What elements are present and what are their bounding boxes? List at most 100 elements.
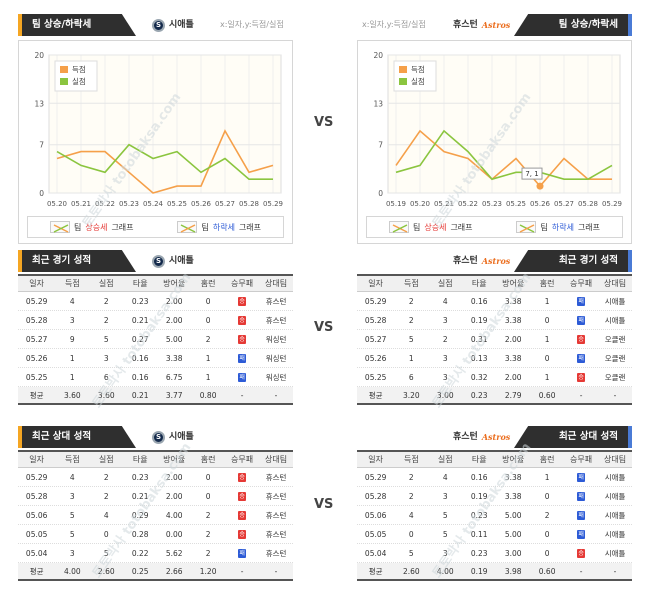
table-cell: 05.26 [364,353,387,363]
table-cell: 0 [544,548,550,558]
table-cell: 시애틀 [604,472,626,482]
table-header-row: 일자 득점 실점 타율 방어율 홈런 승무패 상대팀 [18,274,293,292]
average-cell: - [579,566,583,576]
column-header: 실점 [98,279,114,288]
table-cell: 시애틀 [604,529,626,539]
h2h-tab-away: 최근 상대 성적 [514,426,632,448]
average-cell: - [579,390,583,400]
table-header-row: 일자 득점 실점 타율 방어율 홈런 승무패 상대팀 [357,450,632,468]
column-header: 득점 [64,279,80,288]
column-header: 득점 [403,279,419,288]
table-cell: 휴스턴 [265,529,287,539]
table-cell: 시애틀 [604,296,626,306]
home-h2h-panel: 최근 상대 성적 S 시애틀 일자 득점 실점 타율 방어율 홈런 승무패 상대팀 05.29 4… [18,426,293,581]
table-cell: 오클랜 [604,334,626,344]
table-cell: 1 [544,372,550,382]
table-row: 05.25 6 3 0.32 2.00 1 승 오클랜 [357,368,632,387]
column-header: 실점 [437,279,453,288]
win-badge-icon: 승 [238,473,247,482]
away-team-name: 휴스턴 [453,432,478,442]
home-recent-panel: 최근 경기 성적 S 시애틀 일자 득점 실점 타율 방어율 홈런 승무패 상대팀 05.29 4… [18,250,293,405]
x-tick-label: 05.23 [119,200,139,208]
table-cell: 05.04 [25,548,48,558]
x-tick-label: 05.19 [386,200,406,208]
column-header: 승무패 [231,455,254,464]
table-cell: 3.00 [504,548,522,558]
table-row: 05.04 5 3 0.23 3.00 0 승 시애틀 [357,544,632,563]
lose-badge-icon: 패 [238,373,247,382]
hover-point [536,182,544,190]
average-cell: 2.79 [504,390,522,400]
win-badge-icon: 승 [238,297,247,306]
table-cell: 0.00 [165,529,183,539]
table-cell: 6 [408,372,414,382]
legend-swatch [399,78,407,85]
recent-tab-home: 최근 경기 성적 [18,250,136,272]
table-cell: 2 [408,491,414,501]
average-row: 평균 3.60 3.60 0.21 3.77 0.80- - [18,387,293,405]
home-team-name: 시애틀 [169,256,194,266]
lose-badge-icon: 패 [238,354,247,363]
table-cell: 2 [103,315,109,325]
legend-label: 실점 [72,76,86,86]
table-cell: 05.25 [25,372,48,382]
table-cell: 2 [103,296,109,306]
astros-logo-icon: Astros [481,256,511,266]
lose-badge-icon: 패 [577,297,586,306]
x-tick-label: 05.25 [167,200,187,208]
x-tick-label: 05.27 [215,200,235,208]
column-header: 타율 [132,455,148,464]
table-cell: 0 [205,315,211,325]
table-cell: 워싱턴 [265,353,287,363]
table-cell: 1 [69,353,75,363]
table-cell: 5.00 [165,334,183,344]
lose-badge-icon: 패 [238,549,247,558]
table-cell: 2 [205,510,211,520]
table-cell: 05.29 [364,296,387,306]
trend-tab-away: 팀 상승/하락세 [514,14,632,36]
column-header: 일자 [29,455,45,464]
table-cell: 05.28 [25,491,48,501]
column-header: 상대팀 [264,279,288,288]
average-cell: 3.60 [63,390,81,400]
y-tick-label: 20 [373,51,383,60]
table-cell: 3 [442,315,448,325]
table-row: 05.25 1 6 0.16 6.75 1 패 워싱턴 [18,368,293,387]
table-cell: 2.00 [504,372,522,382]
average-cell: - [240,566,244,576]
table-cell: 3.38 [504,353,522,363]
result-cell: 승 [225,296,259,306]
table-cell: 1 [544,472,550,482]
chart-axis-note-away: x:일자,y:득점/실점 [362,20,426,29]
legend-label: 실점 [411,76,425,86]
table-cell: 4 [69,296,75,306]
home-recent-table: 일자 득점 실점 타율 방어율 홈런 승무패 상대팀 05.29 4 2 0.23 2.00 0 승 휴스턴 0… [18,274,293,405]
x-tick-label: 05.29 [263,200,283,208]
result-cell: 승 [225,510,259,520]
column-header: 상대팀 [603,279,627,288]
result-cell: 패 [564,472,598,482]
table-cell: 6.75 [165,372,183,382]
table-cell: 오클랜 [604,353,626,363]
recent-tab-away: 최근 경기 성적 [514,250,632,272]
average-row: 평균 4.00 2.60 0.25 2.66 1.20- - [18,563,293,581]
column-header: 득점 [64,455,80,464]
home-trend-chart: 0 7 13 20 05.20 05.21 05.22 05.23 05.24 05.25 05.2… [18,40,293,244]
away-h2h-table: 일자 득점 실점 타율 방어율 홈런 승무패 상대팀 05.29 2 4 0.16 3.38 1 패 시애틀 0… [357,450,632,581]
vs-label-h2h: VS [314,497,334,512]
table-cell: 1 [205,372,211,382]
table-cell: 워싱턴 [265,334,287,344]
table-cell: 2 [205,548,211,558]
average-cell: 0.19 [470,566,488,576]
result-cell: 패 [225,353,259,363]
table-cell: 5 [408,334,414,344]
y-tick-label: 7 [39,141,44,150]
table-cell: 0 [205,472,211,482]
result-cell: 승 [225,334,259,344]
mariners-logo-icon: S [152,430,165,444]
column-header: 일자 [29,279,45,288]
average-cell: 평균 [29,566,44,576]
table-cell: 휴스턴 [265,548,287,558]
table-cell: 05.04 [364,548,387,558]
x-tick-label: 05.25 [506,200,526,208]
